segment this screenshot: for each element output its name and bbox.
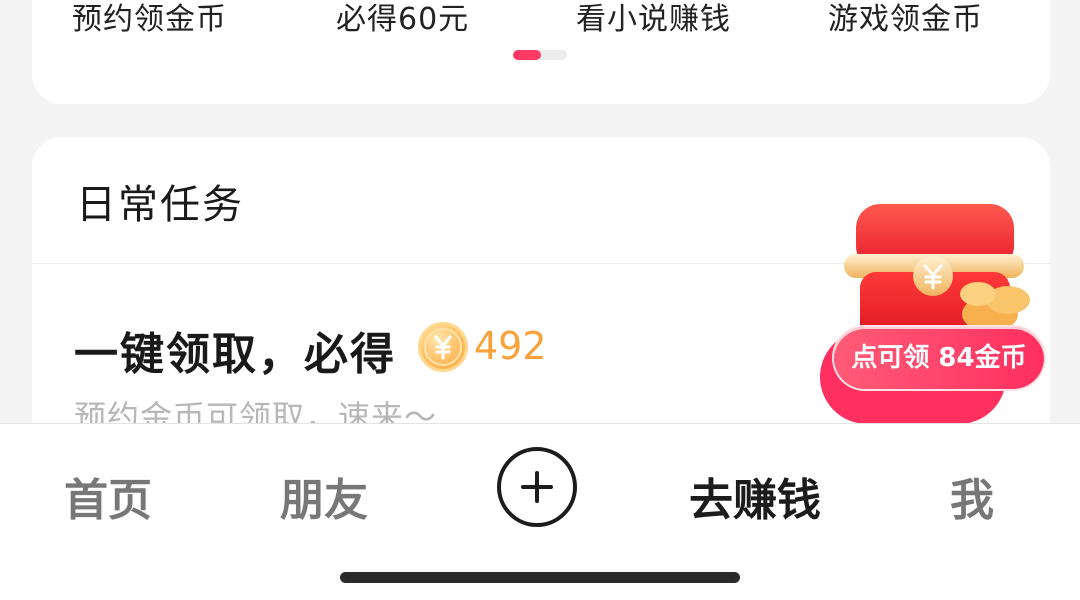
nav-item-home[interactable]: 首页 [64, 464, 152, 528]
coin-icon [418, 322, 468, 372]
nav-item-me[interactable]: 我 [950, 464, 994, 528]
task-reward-amount: 492 [474, 324, 547, 368]
earn-page: 预约领金币 必得60元 看小说赚钱 游戏领金币 日常任务 一键领取，必得 492… [0, 0, 1080, 600]
quick-tab-guaranteed-60[interactable]: 必得60元 [336, 0, 469, 38]
quick-tab-game-coins[interactable]: 游戏领金币 [828, 0, 983, 38]
page-indicator-active [513, 50, 541, 60]
quick-entry-tabs: 预约领金币 必得60元 看小说赚钱 游戏领金币 [0, 0, 1080, 40]
task-title: 一键领取，必得 [74, 329, 396, 380]
quick-tab-read-novel-earn[interactable]: 看小说赚钱 [576, 0, 731, 38]
nav-item-friends[interactable]: 朋友 [280, 464, 368, 528]
daily-task-title: 日常任务 [76, 182, 244, 228]
plus-circle-icon[interactable] [497, 447, 577, 527]
floating-reward-badge[interactable]: 点可领 84金币 [834, 327, 1044, 389]
page-indicator [513, 50, 567, 60]
nav-item-earn[interactable]: 去赚钱 [689, 464, 821, 528]
home-indicator [340, 572, 740, 583]
quick-tab-reserve-coins[interactable]: 预约领金币 [72, 0, 227, 38]
